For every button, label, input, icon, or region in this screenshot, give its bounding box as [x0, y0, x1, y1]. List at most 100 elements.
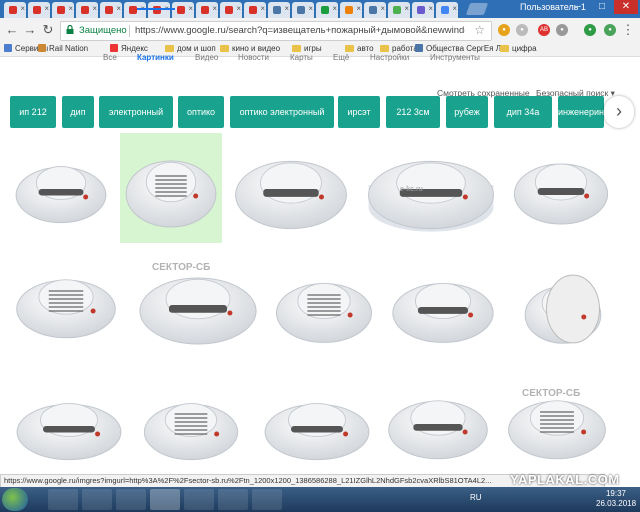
- tab-close-icon[interactable]: ×: [380, 4, 385, 13]
- extension-icon[interactable]: ●: [604, 24, 616, 36]
- image-result[interactable]: [386, 258, 500, 356]
- search-tab[interactable]: Настройки: [370, 53, 409, 62]
- image-result[interactable]: [382, 376, 494, 472]
- tab-close-icon[interactable]: ×: [260, 4, 265, 13]
- apps-icon: [4, 44, 12, 52]
- tab-close-icon[interactable]: ×: [44, 4, 49, 13]
- image-result[interactable]: e-kc.ru: [360, 133, 502, 245]
- opera-icon[interactable]: [116, 489, 146, 510]
- adblock-icon[interactable]: AB: [538, 24, 550, 36]
- tab-7[interactable]: ×: [148, 2, 170, 18]
- tab-close-icon[interactable]: ×: [332, 4, 337, 13]
- url-text[interactable]: https://www.google.ru/search?q=извещател…: [135, 25, 465, 36]
- tab-close-icon[interactable]: ×: [284, 4, 289, 13]
- image-result[interactable]: [258, 380, 376, 472]
- chip[interactable]: ирсэт: [338, 96, 380, 128]
- tab-8[interactable]: ×: [172, 2, 194, 18]
- image-result[interactable]: [10, 380, 128, 472]
- chip[interactable]: оптико: [178, 96, 224, 128]
- chip[interactable]: 212 3см: [386, 96, 440, 128]
- tab-close-icon[interactable]: ×: [236, 4, 241, 13]
- tab-16[interactable]: ×: [364, 2, 386, 18]
- explorer-icon[interactable]: [48, 489, 78, 510]
- tray-app-icon[interactable]: [252, 489, 282, 510]
- tab-4[interactable]: ×: [76, 2, 98, 18]
- tab-close-icon[interactable]: ×: [188, 4, 193, 13]
- chevron-right-icon[interactable]: ›: [604, 96, 634, 128]
- maximize-button[interactable]: □: [590, 0, 614, 14]
- tab-close-icon[interactable]: ×: [404, 4, 409, 13]
- clock[interactable]: 19:37 26.03.2018: [596, 489, 636, 509]
- extension-icon[interactable]: ●: [498, 24, 510, 36]
- chip[interactable]: оптико электронный: [230, 96, 334, 128]
- search-tab[interactable]: Новости: [238, 53, 269, 62]
- tab-6[interactable]: ×: [124, 2, 146, 18]
- tab-15[interactable]: ×: [340, 2, 362, 18]
- tab-3[interactable]: ×: [52, 2, 74, 18]
- tab-close-icon[interactable]: ×: [212, 4, 217, 13]
- chip[interactable]: дип 34а: [494, 96, 552, 128]
- media-player-icon[interactable]: [82, 489, 112, 510]
- back-icon[interactable]: ←: [4, 22, 20, 38]
- tab-14[interactable]: ×: [316, 2, 338, 18]
- image-result[interactable]: [10, 143, 112, 235]
- image-result[interactable]: СЕКТОР-СБ: [502, 376, 612, 472]
- tab-13[interactable]: ×: [292, 2, 314, 18]
- tab-19[interactable]: ×: [436, 2, 458, 18]
- tab-close-icon[interactable]: ×: [308, 4, 313, 13]
- language-indicator[interactable]: RU: [470, 493, 482, 502]
- forward-icon[interactable]: →: [22, 22, 38, 38]
- tab-5[interactable]: ×: [100, 2, 122, 18]
- chip[interactable]: инженерин: [558, 96, 604, 128]
- image-result[interactable]: [270, 258, 378, 356]
- address-bar[interactable]: Защищено https://www.google.ru/search?q=…: [60, 21, 492, 41]
- chip[interactable]: рубеж: [446, 96, 488, 128]
- extension-icon[interactable]: ●: [556, 24, 568, 36]
- search-tab[interactable]: Ещё: [333, 53, 349, 62]
- tab-12[interactable]: ×: [268, 2, 290, 18]
- reload-icon[interactable]: ↻: [40, 22, 56, 38]
- image-result[interactable]: [138, 380, 244, 472]
- tab-10[interactable]: ×: [220, 2, 242, 18]
- tab-close-icon[interactable]: ×: [452, 4, 457, 13]
- tab-11[interactable]: ×: [244, 2, 266, 18]
- search-tab[interactable]: Все: [103, 53, 117, 62]
- start-button[interactable]: [2, 488, 28, 511]
- chip[interactable]: дип: [62, 96, 94, 128]
- search-tab[interactable]: Инструменты: [430, 53, 480, 62]
- tab-close-icon[interactable]: ×: [428, 4, 433, 13]
- search-tab[interactable]: Картинки: [137, 53, 174, 62]
- bookmark-label: Яндекс: [121, 44, 148, 53]
- extension-icon[interactable]: ●: [584, 24, 596, 36]
- menu-icon[interactable]: ⋮: [620, 22, 636, 38]
- bookmark-star-icon[interactable]: ☆: [474, 23, 485, 37]
- chip[interactable]: электронный: [99, 96, 173, 128]
- paint-icon[interactable]: [218, 489, 248, 510]
- bookmark-item[interactable]: Rail Nation: [38, 42, 88, 56]
- window-close-button[interactable]: ✕: [614, 0, 638, 14]
- minimize-button[interactable]: –: [566, 0, 590, 14]
- tab-2[interactable]: ×: [28, 2, 50, 18]
- tab-close-icon[interactable]: ×: [20, 4, 25, 13]
- chip[interactable]: ип 212: [10, 96, 56, 128]
- tab-17[interactable]: ×: [388, 2, 410, 18]
- tab-9[interactable]: ×: [196, 2, 218, 18]
- image-result[interactable]: [120, 133, 222, 243]
- search-tab[interactable]: Карты: [290, 53, 313, 62]
- tab-close-icon[interactable]: ×: [68, 4, 73, 13]
- tab-close-icon[interactable]: ×: [92, 4, 97, 13]
- tab-1[interactable]: ×: [4, 2, 26, 18]
- image-result[interactable]: [520, 262, 606, 356]
- extension-icon[interactable]: ●: [516, 24, 528, 36]
- image-result[interactable]: [10, 255, 122, 351]
- skype-icon[interactable]: [184, 489, 214, 510]
- tab-close-icon[interactable]: ×: [116, 4, 121, 13]
- image-result[interactable]: [508, 138, 614, 238]
- image-result[interactable]: СЕКТОР-СБ: [132, 250, 264, 360]
- tab-18[interactable]: ×: [412, 2, 434, 18]
- tab-close-icon[interactable]: ×: [356, 4, 361, 13]
- bookmark-item[interactable]: цифра: [500, 42, 537, 56]
- image-result[interactable]: [228, 133, 354, 245]
- search-tab[interactable]: Видео: [195, 53, 218, 62]
- chrome-icon[interactable]: [150, 489, 180, 510]
